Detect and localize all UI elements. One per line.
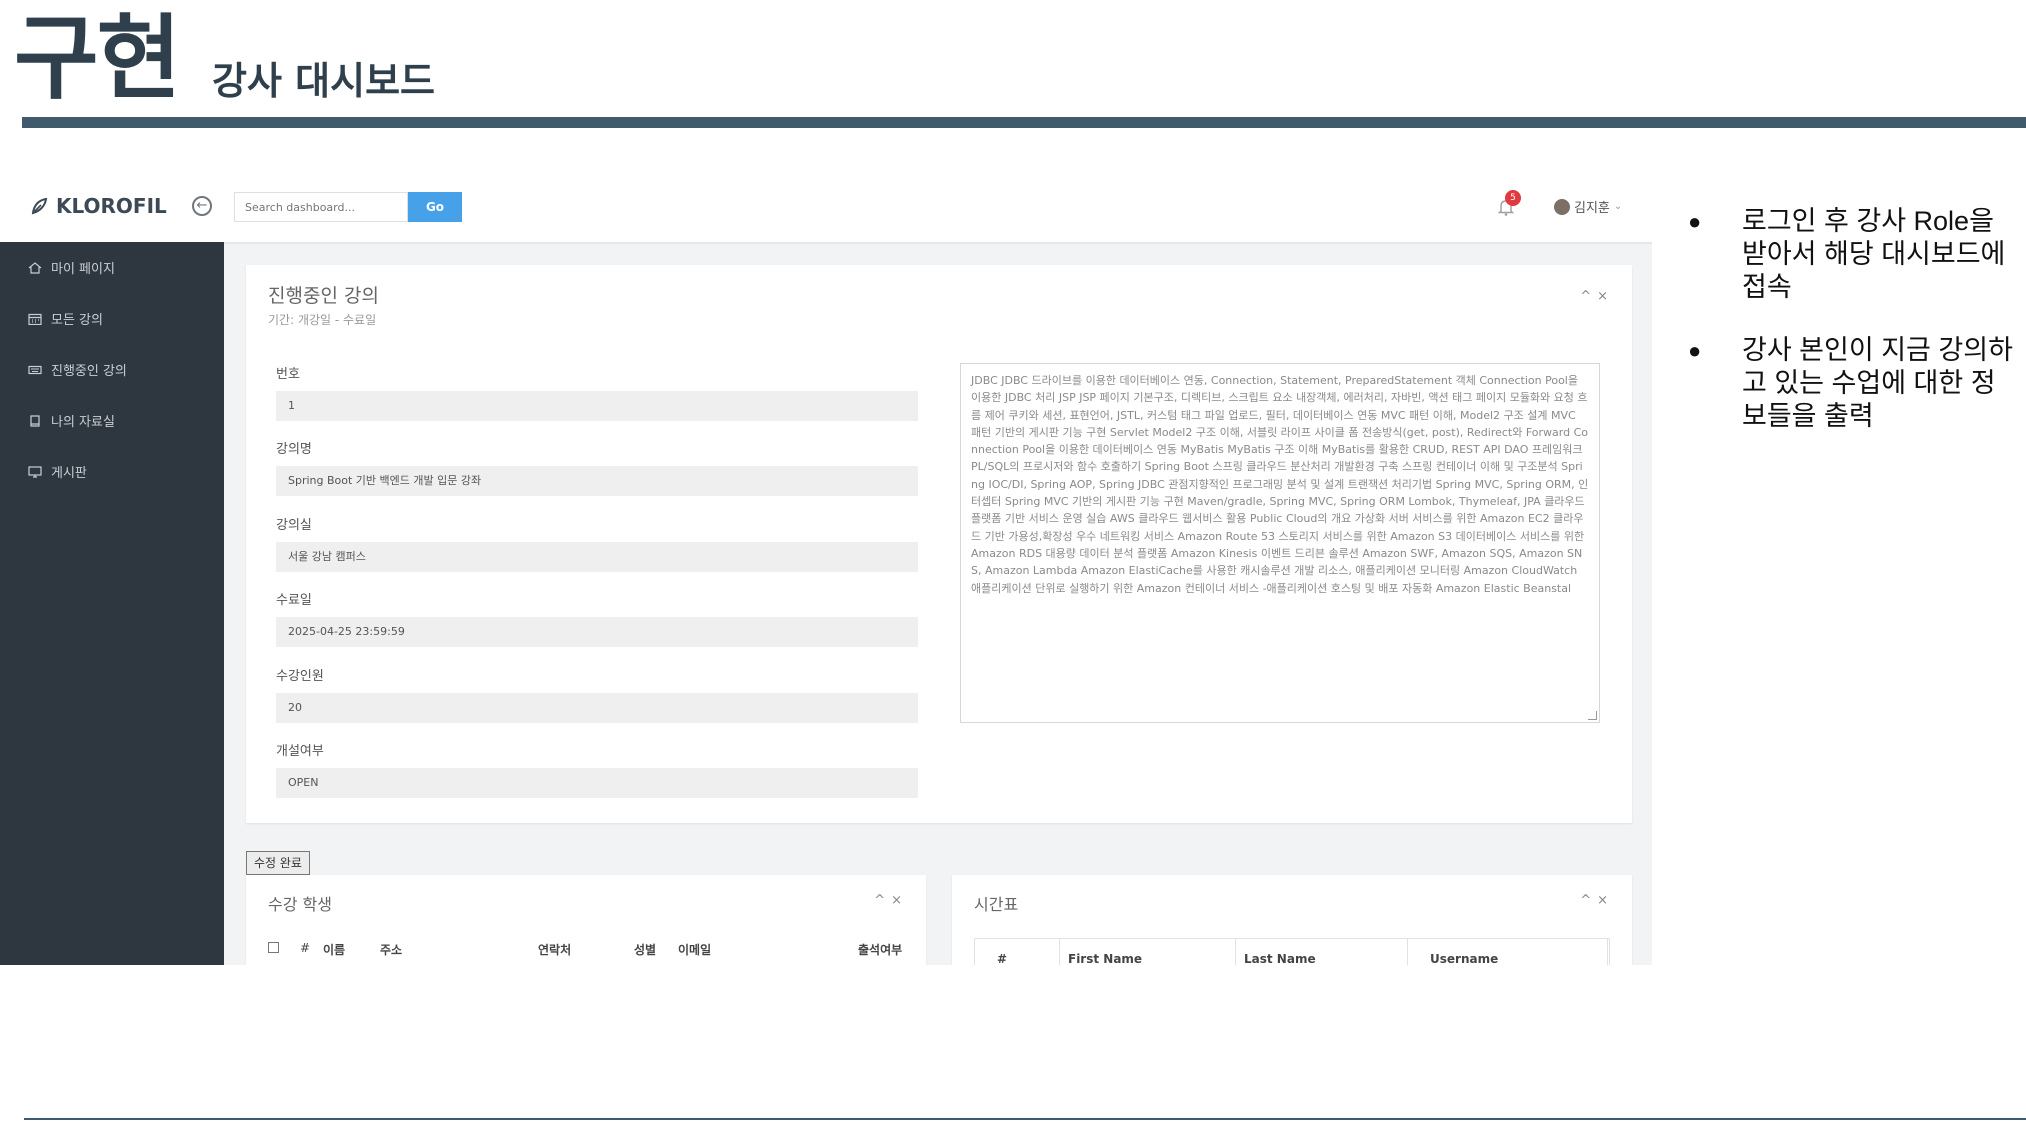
brand-name: KLOROFIL bbox=[56, 194, 167, 218]
curriculum-textarea[interactable]: JDBC JDBC 드라이브를 이용한 데이터베이스 연동, Connectio… bbox=[960, 363, 1600, 723]
classroom-field[interactable]: 서울 강남 캠퍼스 bbox=[276, 542, 918, 572]
header-divider bbox=[22, 117, 2026, 128]
slide-subtitle: 강사 대시보드 bbox=[212, 59, 435, 103]
panel-controls: ^× bbox=[1580, 893, 1614, 908]
schedule-table-header: # First Name Last Name Username bbox=[974, 938, 1610, 965]
sidebar-item-label: 마이 페이지 bbox=[51, 262, 115, 277]
leaf-icon bbox=[31, 197, 48, 215]
sidebar-item-label: 나의 자료실 bbox=[51, 415, 115, 430]
bullet-item: ● 로그인 후 강사 Role을 받아서 해당 대시보드에 접속 bbox=[1686, 205, 2016, 304]
search-go-button[interactable]: Go bbox=[408, 192, 462, 222]
collapse-icon[interactable]: ^ bbox=[874, 893, 891, 908]
book-icon bbox=[30, 414, 40, 427]
close-icon[interactable]: × bbox=[891, 893, 908, 908]
bullet-text: 로그인 후 강사 Role을 받아서 해당 대시보드에 접속 bbox=[1742, 206, 2006, 302]
column-header: # bbox=[300, 941, 311, 955]
column-header: 이름 bbox=[323, 943, 346, 957]
field-label-capacity: 수강인원 bbox=[276, 669, 324, 684]
sidebar-item-my-resources[interactable]: 나의 자료실 bbox=[0, 395, 224, 446]
column-header: 이메일 bbox=[678, 943, 712, 957]
sidebar-item-label: 게시판 bbox=[51, 466, 87, 481]
sidebar-item-label: 모든 강의 bbox=[51, 313, 103, 328]
bullet-dot-icon: ● bbox=[1688, 338, 1702, 363]
field-label-classroom: 강의실 bbox=[276, 518, 312, 533]
panel-subtitle: 기간: 개강일 - 수료일 bbox=[268, 313, 377, 327]
panel-controls: ^× bbox=[874, 893, 908, 908]
notification-badge: 5 bbox=[1505, 190, 1521, 206]
column-header: Last Name bbox=[1236, 939, 1408, 965]
column-header: 연락처 bbox=[538, 943, 572, 957]
save-complete-button[interactable]: 수정 완료 bbox=[246, 851, 310, 875]
students-panel: 수강 학생 ^× # 이름 주소 연락처 성별 이메일 출석여부 bbox=[246, 875, 926, 965]
collapse-icon[interactable]: ^ bbox=[1580, 289, 1597, 304]
sidebar-item-label: 진행중인 강의 bbox=[51, 364, 127, 379]
resize-handle[interactable] bbox=[1588, 711, 1597, 720]
column-header: 주소 bbox=[380, 943, 403, 957]
sidebar-item-board[interactable]: 게시판 bbox=[0, 446, 224, 497]
field-label-course-name: 강의명 bbox=[276, 442, 312, 457]
column-header: # bbox=[975, 939, 1060, 965]
slide-title: 구현 bbox=[14, 5, 181, 112]
bullet-dot-icon: ● bbox=[1688, 209, 1702, 234]
collapse-icon[interactable]: ^ bbox=[1580, 893, 1597, 908]
search-input[interactable] bbox=[234, 192, 408, 222]
capacity-field[interactable]: 20 bbox=[276, 693, 918, 723]
field-label-open-status: 개설여부 bbox=[276, 744, 324, 759]
sidebar-toggle-back-icon[interactable]: ← bbox=[192, 196, 212, 216]
open-status-field[interactable]: OPEN bbox=[276, 768, 918, 798]
top-navbar: KLOROFIL ← Go 5 김지훈 ⌄ bbox=[0, 172, 1652, 244]
close-icon[interactable]: × bbox=[1597, 893, 1614, 908]
panel-title: 진행중인 강의 bbox=[268, 285, 379, 307]
panel-title: 수강 학생 bbox=[268, 895, 332, 914]
field-label-number: 번호 bbox=[276, 367, 300, 382]
brand-logo[interactable]: KLOROFIL bbox=[30, 194, 167, 218]
end-date-field[interactable]: 2025-04-25 23:59:59 bbox=[276, 617, 918, 647]
panel-controls: ^× bbox=[1580, 289, 1614, 304]
column-header: 출석여부 bbox=[858, 943, 903, 957]
avatar bbox=[1554, 198, 1570, 215]
user-menu[interactable]: 김지훈 ⌄ bbox=[1554, 197, 1622, 216]
sidebar: 마이 페이지 모든 강의 진행중인 강의 나의 자료실 게시판 bbox=[0, 242, 224, 965]
course-panel: 진행중인 강의 기간: 개강일 - 수료일 ^× 번호 1 강의명 Spring… bbox=[246, 265, 1632, 823]
course-name-field[interactable]: Spring Boot 기반 백엔드 개발 입문 강좌 bbox=[276, 466, 918, 496]
keyboard-icon bbox=[28, 365, 42, 374]
column-header: First Name bbox=[1060, 939, 1236, 965]
bullet-text: 강사 본인이 지금 강의하고 있는 수업에 대한 정보들을 출력 bbox=[1742, 335, 2013, 431]
monitor-icon bbox=[28, 465, 42, 478]
schedule-panel: 시간표 ^× # First Name Last Name Username bbox=[952, 875, 1632, 965]
panel-title: 시간표 bbox=[974, 895, 1019, 914]
slide-notes: ● 로그인 후 강사 Role을 받아서 해당 대시보드에 접속 ● 강사 본인… bbox=[1686, 205, 2016, 463]
select-all-checkbox[interactable] bbox=[268, 942, 279, 953]
number-field[interactable]: 1 bbox=[276, 391, 918, 421]
sidebar-item-mypage[interactable]: 마이 페이지 bbox=[0, 242, 224, 293]
field-label-end-date: 수료일 bbox=[276, 593, 312, 608]
calendar-icon bbox=[28, 313, 42, 325]
sidebar-item-all-courses[interactable]: 모든 강의 bbox=[0, 293, 224, 344]
sidebar-item-ongoing-courses[interactable]: 진행중인 강의 bbox=[0, 344, 224, 395]
dashboard-screenshot: KLOROFIL ← Go 5 김지훈 ⌄ 마이 페이지 모든 강의 진행중인 … bbox=[0, 172, 1652, 965]
column-header: 성별 bbox=[634, 943, 657, 957]
footer-divider bbox=[24, 1118, 2026, 1120]
bullet-item: ● 강사 본인이 지금 강의하고 있는 수업에 대한 정보들을 출력 bbox=[1686, 334, 2016, 433]
column-header: Username bbox=[1408, 939, 1608, 965]
curriculum-text: JDBC JDBC 드라이브를 이용한 데이터베이스 연동, Connectio… bbox=[971, 374, 1589, 595]
close-icon[interactable]: × bbox=[1597, 289, 1614, 304]
user-name: 김지훈 bbox=[1574, 201, 1610, 216]
home-icon bbox=[28, 261, 42, 274]
chevron-down-icon: ⌄ bbox=[1613, 201, 1623, 212]
